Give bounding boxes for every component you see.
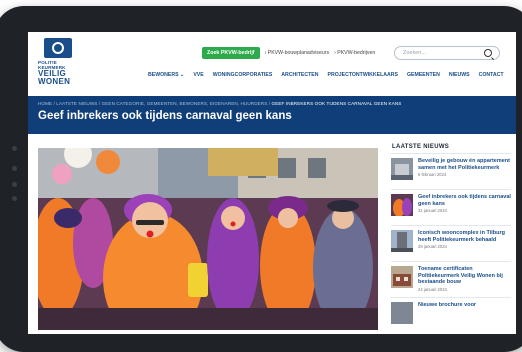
news-item[interactable]: Nieuwe brochure voor xyxy=(391,297,511,333)
nav-item-projectontwikkelaars[interactable]: PROJECTONTWIKKELAARS xyxy=(327,72,398,78)
nav-item-contact[interactable]: CONTACT xyxy=(479,72,504,78)
news-item-title[interactable]: Toename certificaten Politiekeurmerk Vei… xyxy=(418,266,511,286)
search-icon[interactable] xyxy=(484,49,492,57)
logo-line: WONEN xyxy=(38,77,71,86)
breadcrumb: HOME / LAATSTE NIEUWS / GEEN CATEGORIE, … xyxy=(38,101,401,106)
nav-item-vve[interactable]: VVE xyxy=(193,72,203,78)
news-thumbnail xyxy=(391,302,413,324)
web-page: POLITIE KEURMERK VEILIG WONEN Zoek PKVW-… xyxy=(28,32,516,334)
police-badge-icon xyxy=(44,38,72,58)
tablet-frame: POLITIE KEURMERK VEILIG WONEN Zoek PKVW-… xyxy=(0,6,522,352)
page-title: Geef inbrekers ook tijdens carnaval geen… xyxy=(38,110,292,122)
nav-item-woningcorporaties[interactable]: WONINGCORPORATIES xyxy=(213,72,273,78)
sidebar-heading: LAATSTE NIEUWS xyxy=(392,144,450,150)
nav-item-gemeenten[interactable]: GEMEENTEN xyxy=(407,72,440,78)
site-logo[interactable]: POLITIE KEURMERK VEILIG WONEN xyxy=(38,38,78,86)
camera-dot xyxy=(12,146,17,151)
page-banner: HOME / LAATSTE NIEUWS / GEEN CATEGORIE, … xyxy=(28,96,516,134)
news-item-date: 31 januari 2024 xyxy=(418,208,447,213)
nav-item-architecten[interactable]: ARCHITECTEN xyxy=(281,72,318,78)
news-item-date: 29 januari 2024 xyxy=(418,244,447,249)
news-item[interactable]: Toename certificaten Politiekeurmerk Vei… xyxy=(391,261,511,297)
nav-item-nieuws[interactable]: NIEUWS xyxy=(449,72,470,78)
breadcrumb-current: GEEF INBREKERS OOK TIJDENS CARNAVAL GEEN… xyxy=(271,101,402,106)
news-thumbnail xyxy=(391,194,413,216)
search-input[interactable]: Zoeken... xyxy=(394,46,500,60)
nav-item-bewoners[interactable]: BEWONERS ⌄ xyxy=(148,72,184,78)
news-item-title[interactable]: Nieuwe brochure voor xyxy=(418,302,476,309)
find-company-button[interactable]: Zoek PKVW-bedrijf xyxy=(202,47,260,59)
top-nav: Zoek PKVW-bedrijf › PKVW-bouwplanadviseu… xyxy=(202,46,375,60)
topnav-link-advisors[interactable]: › PKVW-bouwplanadviseurs xyxy=(265,50,330,56)
news-item-date: 5 februari 2024 xyxy=(418,172,447,177)
news-thumbnail xyxy=(391,230,413,252)
carnival-photo xyxy=(38,148,378,330)
news-thumbnail xyxy=(391,158,413,180)
news-item-title[interactable]: Geef inbrekers ook tijdens carnaval geen… xyxy=(418,194,511,207)
news-item-title[interactable]: Iconisch wooncomplex in Tilburg heeft Po… xyxy=(418,230,511,243)
news-item-date: 24 januari 2024 xyxy=(418,286,447,292)
search-placeholder: Zoeken... xyxy=(403,50,426,56)
site-header: POLITIE KEURMERK VEILIG WONEN Zoek PKVW-… xyxy=(28,32,516,96)
carnival-photo-illustration xyxy=(38,148,378,330)
main-nav: BEWONERS ⌄ VVE WONINGCORPORATIES ARCHITE… xyxy=(148,72,504,78)
breadcrumb-trail[interactable]: HOME / LAATSTE NIEUWS / GEEN CATEGORIE, … xyxy=(38,101,270,106)
topnav-link-companies[interactable]: › PKVW-bedrijven xyxy=(334,50,375,56)
latest-news-sidebar: LAATSTE NIEUWS Beveilig je gebouw én app… xyxy=(391,144,511,333)
sensor-dot xyxy=(12,166,17,171)
news-item[interactable]: Iconisch wooncomplex in Tilburg heeft Po… xyxy=(391,225,511,261)
news-item[interactable]: Beveilig je gebouw én appartement samen … xyxy=(391,153,511,189)
sensor-dot xyxy=(12,182,17,187)
news-thumbnail xyxy=(391,266,413,288)
news-item-title[interactable]: Beveilig je gebouw én appartement samen … xyxy=(418,158,511,171)
sensor-dot xyxy=(12,196,17,201)
news-item[interactable]: Geef inbrekers ook tijdens carnaval geen… xyxy=(391,189,511,225)
